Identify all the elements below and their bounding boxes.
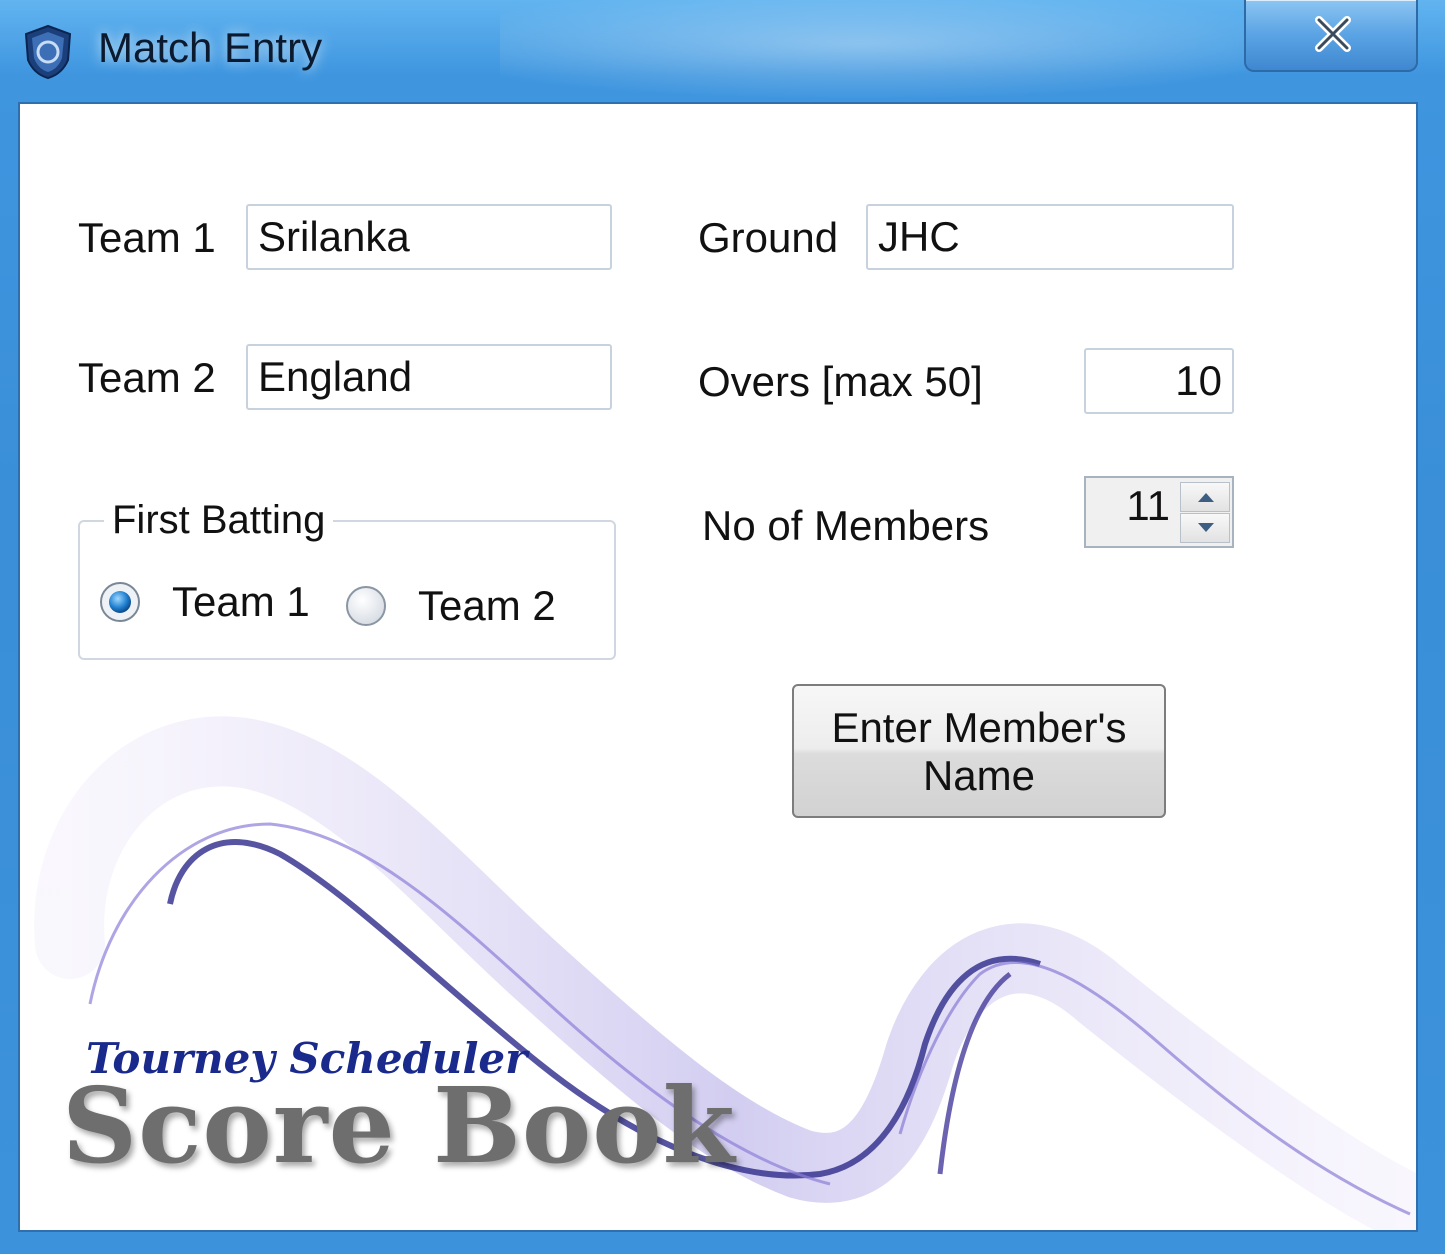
first-batting-legend: First Batting — [104, 498, 334, 543]
radio-team2[interactable] — [344, 584, 388, 628]
close-button[interactable] — [1244, 0, 1418, 72]
members-label: No of Members — [702, 502, 990, 549]
title-bar[interactable]: Match Entry — [0, 0, 1445, 100]
enter-members-line2: Name — [922, 752, 1036, 799]
enter-members-line1: Enter Member's — [831, 704, 1127, 751]
team2-label: Team 2 — [78, 354, 216, 401]
radio-team1[interactable] — [98, 580, 142, 624]
spin-up-button[interactable] — [1180, 482, 1230, 512]
shield-logo-icon — [24, 24, 72, 80]
overs-input[interactable] — [1084, 348, 1234, 414]
team2-input[interactable] — [246, 344, 612, 410]
radio-team1-label[interactable]: Team 1 — [172, 578, 310, 626]
ground-label: Ground — [698, 214, 839, 261]
match-entry-window: Match Entry Team 1 T — [0, 0, 1445, 1254]
radio-team2-label[interactable]: Team 2 — [418, 582, 556, 630]
caret-up-icon — [1198, 493, 1214, 502]
first-batting-group: First Batting Team 1 Team 2 — [78, 498, 616, 660]
caret-down-icon — [1198, 523, 1214, 532]
window-title: Match Entry — [98, 24, 323, 71]
ground-input[interactable] — [866, 204, 1234, 270]
overs-label: Overs [max 50] — [698, 358, 983, 405]
enter-members-button[interactable]: Enter Member's Name — [792, 684, 1166, 818]
spin-down-button[interactable] — [1180, 513, 1230, 543]
brand-title: Score Book — [62, 1064, 736, 1187]
close-icon — [1315, 16, 1351, 52]
team1-input[interactable] — [246, 204, 612, 270]
members-stepper[interactable]: 11 — [1084, 476, 1234, 548]
form-area: Team 1 Team 2 Ground Overs [max 50] No o… — [18, 102, 1418, 1232]
team1-label: Team 1 — [78, 214, 216, 261]
members-value[interactable]: 11 — [1086, 482, 1170, 530]
